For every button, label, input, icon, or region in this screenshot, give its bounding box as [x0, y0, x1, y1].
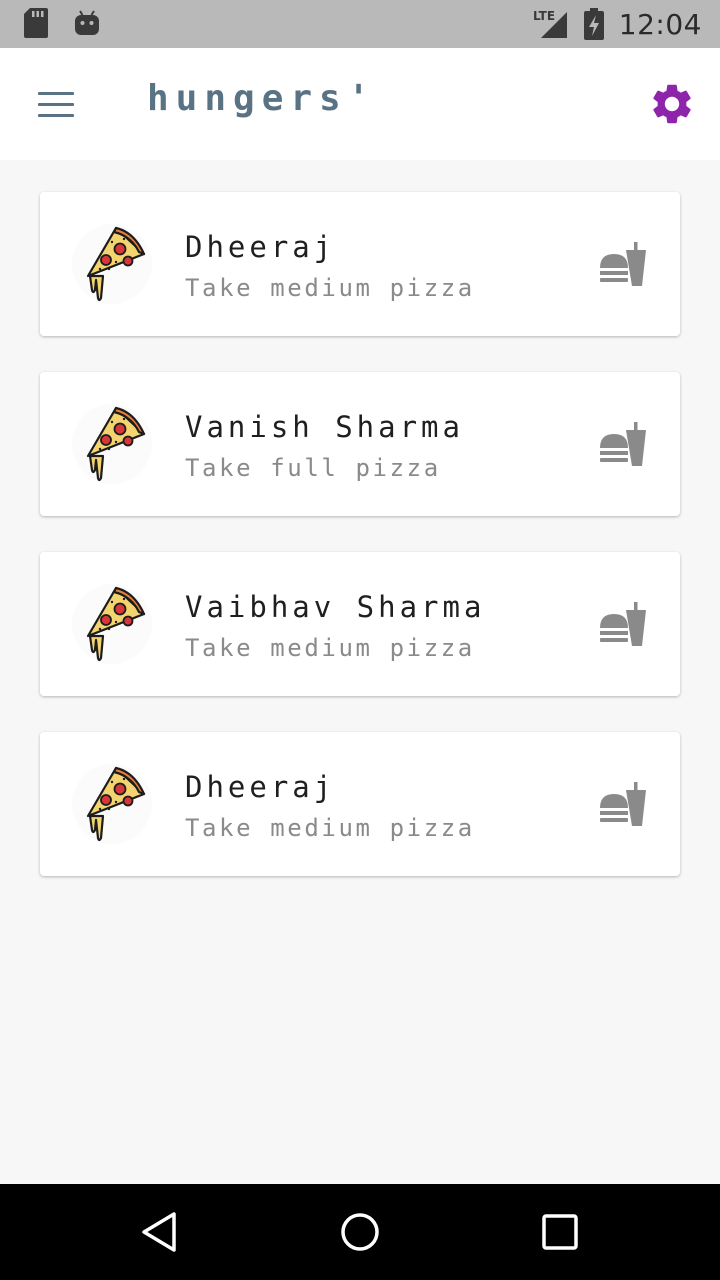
app-bar: hungers': [0, 48, 720, 160]
sd-card-icon: [24, 8, 48, 38]
avatar: [72, 404, 152, 484]
order-card[interactable]: Vanish Sharma Take full pizza: [40, 372, 680, 516]
pizza-slice-icon: [86, 766, 146, 842]
order-request: Take medium pizza: [185, 274, 475, 302]
avatar: [72, 764, 152, 844]
settings-button[interactable]: [648, 80, 696, 128]
status-time: 12:04: [618, 7, 702, 41]
avatar: [72, 584, 152, 664]
order-card[interactable]: Vaibhav Sharma Take medium pizza: [40, 552, 680, 696]
home-circle-icon: [341, 1213, 379, 1251]
app-title: hungers': [147, 78, 377, 119]
home-button[interactable]: [336, 1208, 384, 1256]
android-icon: [75, 10, 99, 35]
fastfood-action-button[interactable]: [598, 600, 650, 652]
fastfood-icon: [600, 242, 646, 286]
order-request: Take medium pizza: [185, 814, 475, 842]
order-card[interactable]: Dheeraj Take medium pizza: [40, 732, 680, 876]
avatar: [72, 224, 152, 304]
pizza-slice-icon: [86, 226, 146, 302]
customer-name: Vaibhav Sharma: [185, 590, 486, 624]
pizza-slice-icon: [86, 586, 146, 662]
status-bar: LTE 12:04: [0, 0, 720, 48]
customer-name: Dheeraj: [185, 770, 336, 804]
fastfood-action-button[interactable]: [598, 240, 650, 292]
status-right-icons: LTE 12:04: [533, 0, 702, 48]
order-request: Take full pizza: [185, 454, 441, 482]
lte-signal-icon: LTE: [533, 9, 567, 38]
order-request: Take medium pizza: [185, 634, 475, 662]
customer-name: Dheeraj: [185, 230, 336, 264]
recents-button[interactable]: [536, 1208, 584, 1256]
back-button[interactable]: [136, 1208, 184, 1256]
fastfood-action-button[interactable]: [598, 780, 650, 832]
fastfood-action-button[interactable]: [598, 420, 650, 472]
customer-name: Vanish Sharma: [185, 410, 464, 444]
fastfood-icon: [600, 422, 646, 466]
fastfood-icon: [600, 602, 646, 646]
order-list: Dheeraj Take medium pizza Vanish Sharma …: [40, 192, 680, 912]
fastfood-icon: [600, 782, 646, 826]
status-left-icons: [24, 8, 100, 38]
back-triangle-icon: [142, 1212, 176, 1252]
system-nav-bar: [0, 1184, 720, 1280]
hamburger-menu-icon: [38, 91, 74, 95]
battery-charging-icon: [583, 8, 604, 40]
gear-icon: [653, 84, 691, 124]
pizza-slice-icon: [86, 406, 146, 482]
recents-square-icon: [542, 1214, 578, 1250]
svg-text:LTE: LTE: [533, 9, 555, 23]
order-card[interactable]: Dheeraj Take medium pizza: [40, 192, 680, 336]
menu-button[interactable]: [30, 84, 82, 124]
